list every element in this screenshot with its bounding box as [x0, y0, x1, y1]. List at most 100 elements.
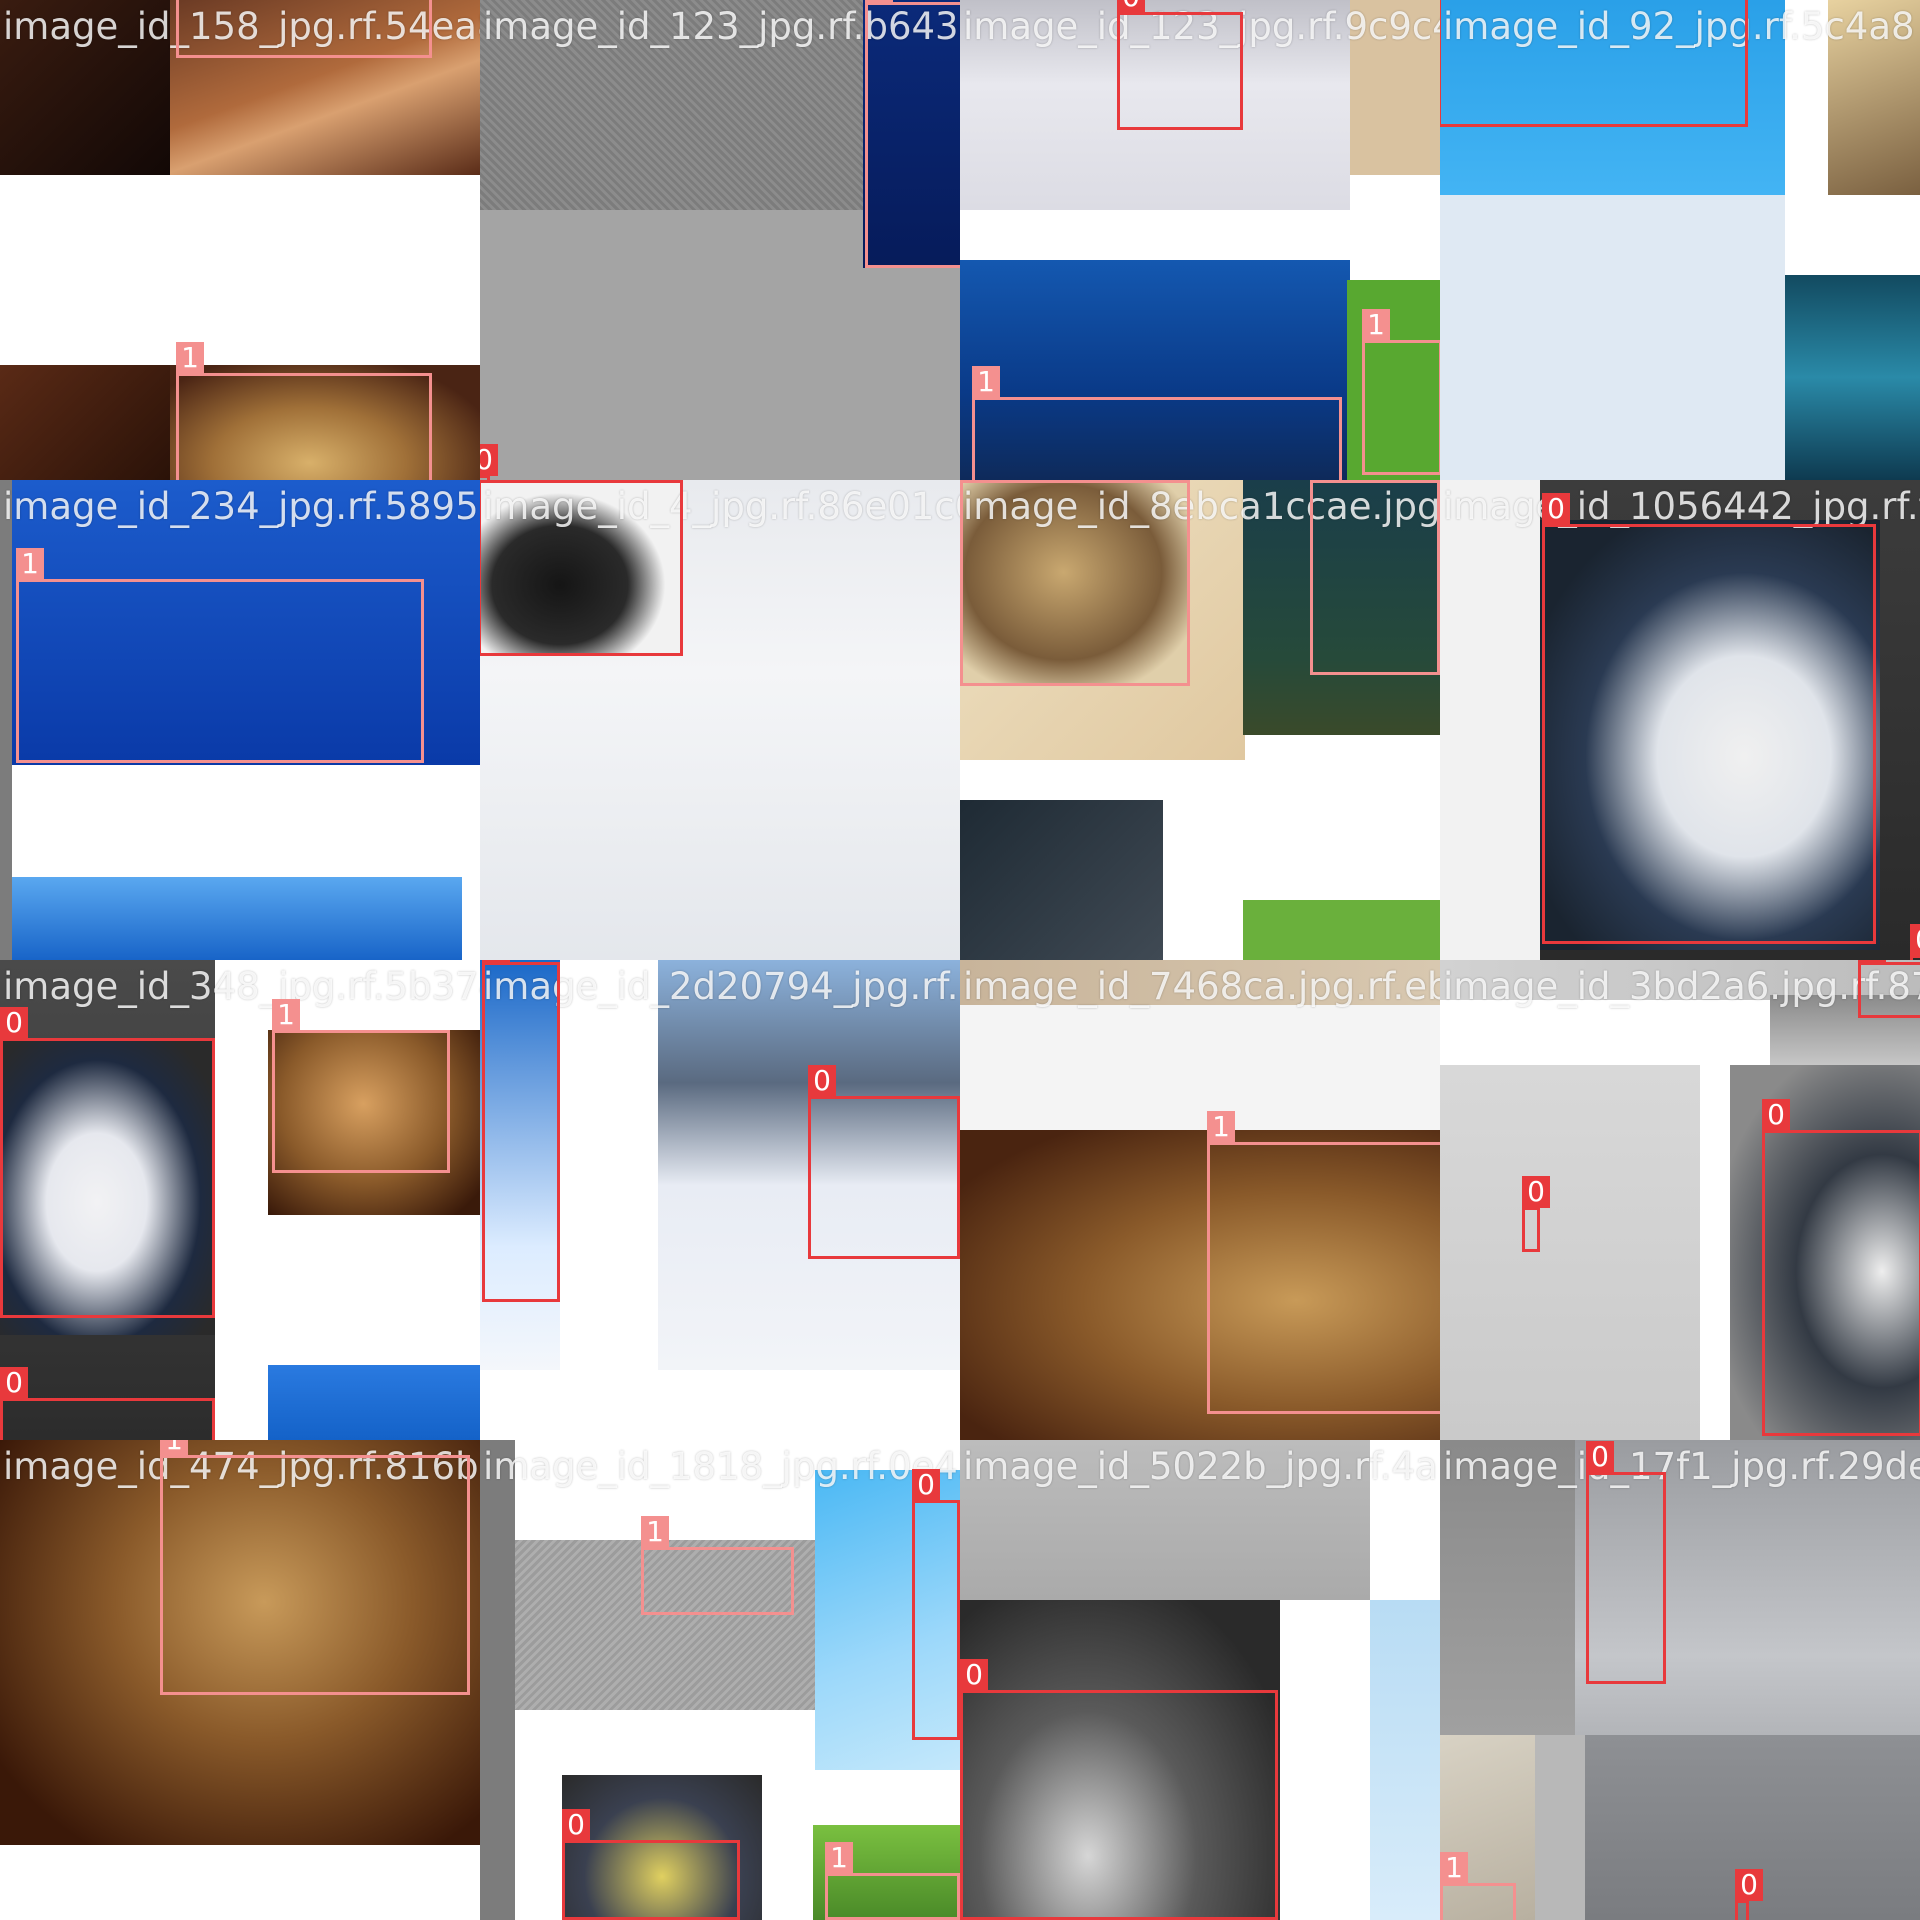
bounding-box-class-0: 0	[1542, 493, 1876, 944]
class-label-tag: 0	[808, 1065, 836, 1097]
mosaic-tile: image_id_123_jpg.rf.b643a2469fea64c5f9ea…	[480, 0, 960, 480]
bounding-box-class-1: 1	[1310, 480, 1440, 675]
bounding-box-class-1: 1	[1440, 1852, 1516, 1920]
class-label-tag: 1	[960, 480, 988, 481]
photo-fragment	[1440, 195, 1785, 480]
bounding-box-class-0: 0	[912, 1469, 960, 1740]
photo-fragment	[1440, 480, 1540, 960]
class-label-tag: 1	[272, 999, 300, 1031]
class-label-tag: 0	[1735, 1869, 1763, 1901]
class-label-tag: 0	[0, 1367, 28, 1399]
bounding-box-class-1: 1	[865, 0, 960, 268]
mosaic-tile: image_id_348_jpg.rf.5b3742c76ae2d010	[0, 960, 480, 1440]
bounding-box-class-1: 1	[960, 480, 1190, 686]
photo-fragment	[1243, 900, 1440, 960]
class-label-tag: 0	[1522, 1176, 1550, 1208]
class-label-tag: 1	[16, 548, 44, 580]
class-label-tag: 1	[825, 1842, 853, 1874]
class-label-tag: 0	[482, 960, 510, 963]
mosaic-tile: image_id_474_jpg.rf.816b9afc8e4fc94781	[0, 1440, 480, 1920]
mosaic-tile: image_id_158_jpg.rf.54ea87cdbae572a36f61…	[0, 0, 480, 480]
class-label-tag: 0	[912, 1469, 940, 1501]
photo-fragment	[960, 1005, 1440, 1130]
photo-fragment	[1350, 0, 1440, 175]
photo-fragment	[1440, 1065, 1700, 1440]
bounding-box-class-0: 0	[482, 960, 560, 1302]
mosaic-tile: image_id_123_jpg.rf.9c9c48cf8ade533c1_jp…	[960, 0, 1440, 480]
mosaic-tile: image_id_7468ca.jpg.rf.eb20361	[960, 960, 1440, 1440]
bounding-box-class-0: 0	[0, 1367, 215, 1440]
class-label-tag: 0	[1910, 924, 1920, 956]
photo-fragment	[0, 365, 170, 480]
class-label-tag: 0	[1858, 960, 1886, 963]
bounding-box-class-0: 0	[960, 1659, 1278, 1920]
bounding-box-class-1: 1	[272, 999, 450, 1173]
bounding-box-class-0: 0	[1440, 0, 1748, 127]
photo-fragment	[1370, 1600, 1440, 1920]
bounding-box-class-1: 1	[160, 1440, 470, 1695]
bounding-box-class-0: 0	[480, 480, 683, 656]
class-label-tag: 0	[1542, 493, 1570, 525]
bounding-box-class-0: 0	[1735, 1869, 1763, 1920]
mosaic-tile: image_id_4_jpg.rf.86e01c6b0c6f14c50	[480, 480, 960, 960]
photo-fragment	[0, 480, 12, 960]
bounding-box-class-0: 0	[1117, 0, 1243, 130]
bounding-box-class-0: 0	[1858, 960, 1920, 1018]
photo-fragment	[1280, 1600, 1370, 1920]
photo-fragment	[1440, 1440, 1575, 1735]
class-label-tag: 0	[1586, 1441, 1614, 1473]
photo-fragment	[1828, 0, 1920, 195]
bounding-box-class-1: 1	[641, 1516, 794, 1615]
mosaic-tile: image_id_3bd2a6.jpg.rf.872dfe000	[1440, 960, 1920, 1440]
class-label-tag: 1	[1207, 1111, 1235, 1143]
class-label-tag: 0	[1762, 1099, 1790, 1131]
bounding-box-class-0: 0	[1522, 1176, 1550, 1252]
photo-fragment	[960, 1440, 1370, 1600]
mosaic-tile: image_id_1056442_jpg.rf.fdfa6e200	[1440, 480, 1920, 960]
augmented-batch-mosaic: image_id_158_jpg.rf.54ea87cdbae572a36f61…	[0, 0, 1920, 1920]
class-label-tag: 0	[0, 1007, 28, 1039]
bounding-box-class-1: 1	[1207, 1111, 1440, 1414]
class-label-tag: 0	[562, 1809, 590, 1841]
mosaic-tile: image_id_2d20794_jpg.rf.7e6b9e2b7f2da300	[480, 960, 960, 1440]
bounding-box-class-0: 0	[1586, 1441, 1666, 1684]
bounding-box-class-1: 1	[16, 548, 424, 763]
bounding-box-class-0: 0	[0, 1007, 215, 1318]
class-label-tag: 1	[176, 342, 204, 374]
photo-fragment	[1440, 960, 1920, 1000]
mosaic-tile: image_id_234_jpg.rf.58956251ee54c4d31	[0, 480, 480, 960]
bounding-box-class-0: 0	[1910, 924, 1920, 960]
class-label-tag: 1	[1440, 1852, 1468, 1884]
mosaic-tile: image_id_92_jpg.rf.5c4a80	[1440, 0, 1920, 480]
bounding-box-class-1: 1	[972, 366, 1342, 480]
bounding-box-class-0: 0	[1762, 1099, 1920, 1436]
class-label-tag: 1	[160, 1440, 188, 1456]
class-label-tag: 1	[865, 0, 893, 3]
bounding-box-class-0: 0	[808, 1065, 960, 1259]
bounding-box-class-1: 1	[825, 1842, 960, 1920]
bounding-box-class-0: 0	[562, 1809, 740, 1920]
bounding-box-class-1: 1	[176, 342, 432, 480]
photo-fragment	[1785, 275, 1920, 480]
class-label-tag: 1	[1310, 480, 1338, 481]
class-label-tag: 1	[641, 1516, 669, 1548]
photo-fragment	[960, 960, 1440, 1005]
bounding-box-class-1: 1	[176, 0, 432, 58]
photo-fragment	[480, 1440, 515, 1920]
class-label-tag: 1	[972, 366, 1000, 398]
mosaic-tile: image_id_8ebca1ccae.jpg.rf.0454ec5fe88b1…	[960, 480, 1440, 960]
class-label-tag: 0	[480, 444, 498, 476]
photo-fragment	[1370, 1440, 1440, 1600]
class-label-tag: 0	[960, 1659, 988, 1691]
photo-fragment	[0, 0, 170, 175]
class-label-tag: 1	[1362, 309, 1390, 341]
class-label-tag: 0	[480, 480, 506, 481]
photo-fragment	[12, 877, 462, 960]
photo-fragment	[12, 765, 480, 857]
photo-fragment	[268, 1365, 480, 1440]
bounding-box-class-1: 1	[1362, 309, 1440, 475]
mosaic-tile: image_id_17f1_jpg.rf.29de4a010	[1440, 1440, 1920, 1920]
class-label-tag: 0	[1117, 0, 1145, 13]
mosaic-tile: image_id_1818_jpg.rf.0e43fe5d9ec201001	[480, 1440, 960, 1920]
mosaic-tile: image_id_5022b_jpg.rf.4a13fe10fa7f13e4d9…	[960, 1440, 1440, 1920]
